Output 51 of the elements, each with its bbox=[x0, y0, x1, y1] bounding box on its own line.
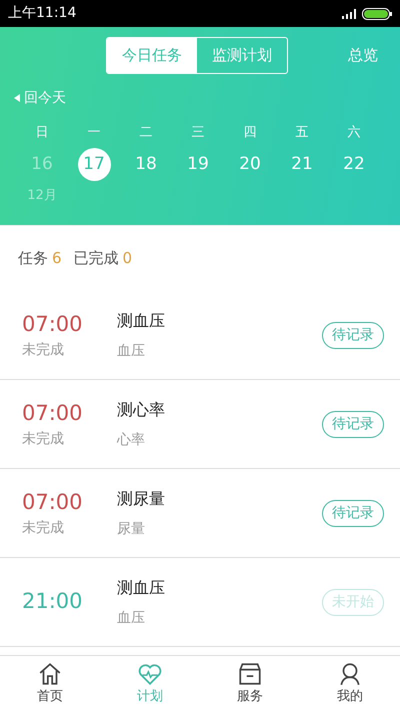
calendar-day[interactable]: 20 bbox=[234, 148, 266, 181]
overview-link[interactable]: 总览 bbox=[348, 44, 378, 66]
weekday-label: 六 bbox=[346, 124, 362, 142]
task-status: 未完成 bbox=[22, 519, 65, 538]
task-title: 测尿量 bbox=[117, 488, 165, 510]
tasks-count: 6 bbox=[52, 248, 62, 270]
task-title: 测血压 bbox=[117, 310, 165, 332]
task-category: 血压 bbox=[117, 342, 146, 360]
header-tab[interactable]: 今日任务 bbox=[107, 38, 197, 72]
weekday-label: 日 bbox=[34, 124, 50, 142]
calendar-day[interactable]: 18 bbox=[130, 148, 162, 181]
nav-tab[interactable]: 计划 bbox=[100, 660, 200, 708]
home-icon bbox=[37, 660, 63, 687]
task-status: 未完成 bbox=[22, 341, 65, 360]
battery-icon bbox=[362, 8, 392, 20]
calendar-day[interactable]: 22 bbox=[338, 148, 370, 181]
task-category: 尿量 bbox=[117, 520, 146, 538]
back-arrow-icon bbox=[14, 94, 20, 102]
calendar-day[interactable]: 16 bbox=[26, 148, 58, 181]
signal-icon bbox=[342, 8, 358, 18]
store-icon bbox=[237, 660, 263, 687]
done-count: 0 bbox=[122, 248, 132, 270]
calendar-day[interactable]: 17 bbox=[78, 148, 110, 181]
task-status: 未完成 bbox=[22, 430, 65, 450]
weekday-label: 一 bbox=[86, 124, 102, 142]
weekday-label: 五 bbox=[294, 124, 310, 142]
nav-tab[interactable]: 我的 bbox=[300, 660, 400, 708]
back-today-link[interactable]: 回今天 bbox=[24, 88, 66, 108]
nav-tab[interactable]: 首页 bbox=[0, 660, 100, 708]
tasks-label: 任务 bbox=[18, 248, 48, 270]
task-time: 07:00 bbox=[22, 400, 84, 427]
task-time: 07:00 bbox=[22, 310, 84, 338]
month-label: 12月 bbox=[26, 187, 58, 205]
record-button[interactable]: 待记录 bbox=[322, 322, 384, 348]
task-category: 血压 bbox=[117, 608, 146, 628]
task-time: 07:00 bbox=[22, 488, 84, 516]
done-label: 已完成 bbox=[74, 248, 119, 270]
task-time: 21:00 bbox=[22, 588, 84, 616]
weekday-label: 四 bbox=[242, 124, 258, 142]
weekday-label: 三 bbox=[190, 124, 206, 142]
status-time: 上午11:14 bbox=[8, 4, 76, 23]
calendar-day[interactable]: 19 bbox=[182, 148, 214, 181]
task-title: 测心率 bbox=[117, 398, 165, 420]
calendar-day[interactable]: 21 bbox=[286, 148, 318, 181]
record-button[interactable]: 待记录 bbox=[322, 410, 384, 438]
nav-tab[interactable]: 服务 bbox=[200, 660, 300, 708]
task-category: 心率 bbox=[117, 430, 146, 450]
task-title: 测血压 bbox=[117, 576, 165, 598]
header-tab[interactable]: 监测计划 bbox=[197, 38, 287, 72]
record-button[interactable]: 待记录 bbox=[322, 500, 384, 526]
weekday-label: 二 bbox=[138, 124, 154, 142]
